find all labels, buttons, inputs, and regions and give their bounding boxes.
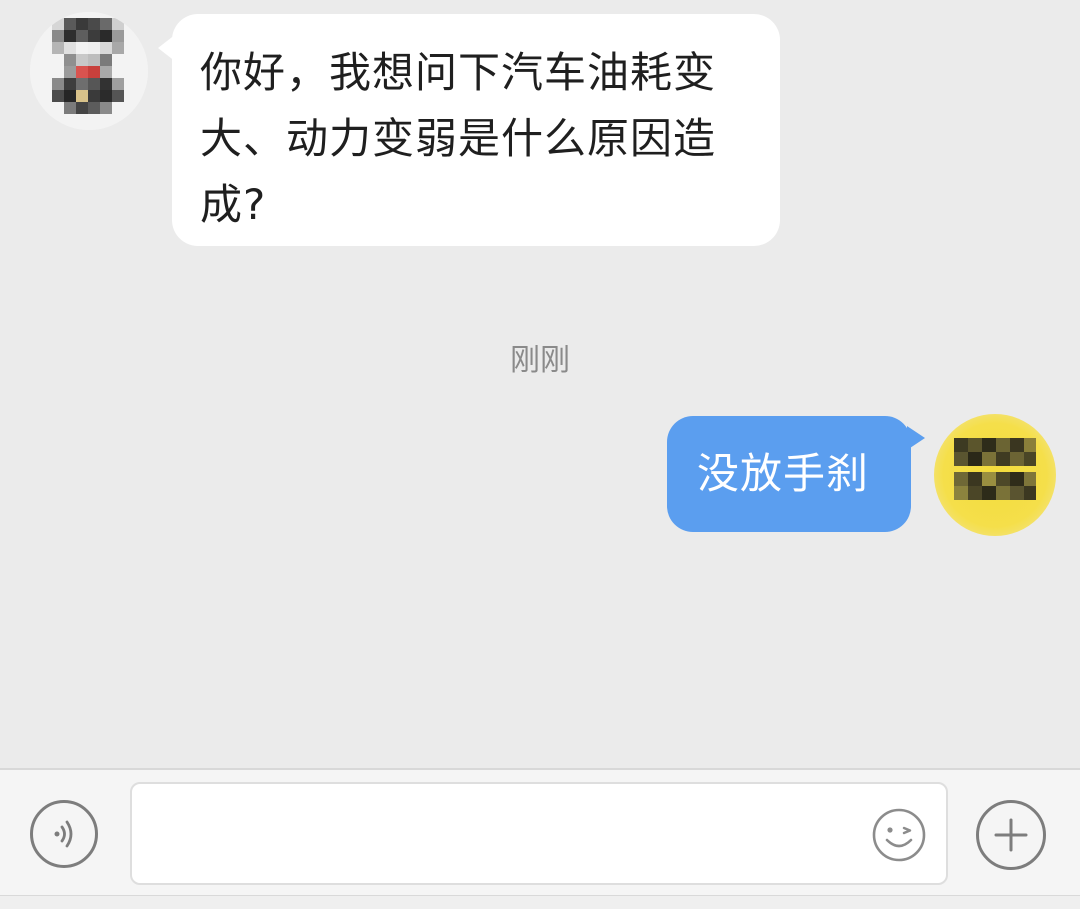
- incoming-message-bubble[interactable]: 你好，我想问下汽车油耗变 大、动力变弱是什么原因造 成?: [158, 14, 780, 246]
- voice-input-button[interactable]: [30, 800, 98, 868]
- emoji-button[interactable]: [870, 806, 928, 864]
- chat-message-area[interactable]: 你好，我想问下汽车油耗变 大、动力变弱是什么原因造 成? 刚刚 没放手刹: [0, 0, 1080, 768]
- outgoing-message-text: 没放手刹: [697, 449, 870, 498]
- incoming-message-line: 你好，我想问下汽车油耗变: [200, 48, 717, 97]
- incoming-message-line: 成?: [200, 180, 267, 229]
- voice-icon: [54, 820, 73, 848]
- bottom-edge-strip: [0, 895, 1080, 909]
- contact-avatar[interactable]: [30, 12, 148, 130]
- message-timestamp: 刚刚: [510, 343, 570, 378]
- message-text-input[interactable]: [130, 782, 948, 885]
- more-options-button[interactable]: [976, 800, 1046, 870]
- message-input-bar: [0, 768, 1080, 909]
- contact-avatar-pixelated-image: [30, 12, 148, 130]
- user-avatar[interactable]: [934, 414, 1056, 536]
- outgoing-message-bubble[interactable]: 没放手刹: [667, 416, 925, 532]
- bubble-tail: [907, 426, 925, 450]
- plus-icon: [994, 818, 1028, 852]
- incoming-message-line: 大、动力变弱是什么原因造: [200, 114, 717, 163]
- chat-screen: 你好，我想问下汽车油耗变 大、动力变弱是什么原因造 成? 刚刚 没放手刹: [0, 0, 1080, 909]
- emoji-icon: [872, 808, 926, 862]
- user-avatar-pixelated-image: [954, 438, 1036, 500]
- bubble-tail: [158, 34, 176, 62]
